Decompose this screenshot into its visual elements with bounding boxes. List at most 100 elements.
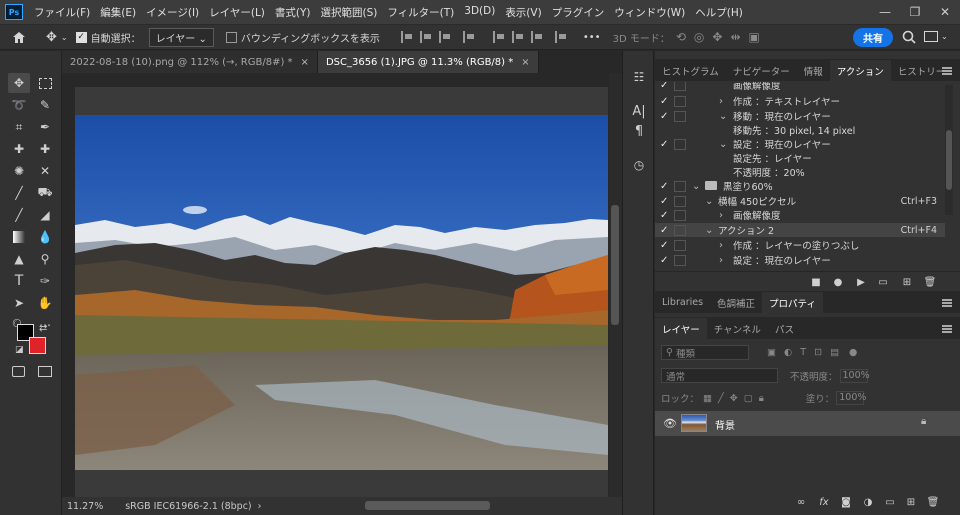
close-button[interactable]: ✕ <box>930 0 960 24</box>
chevron-down-icon[interactable]: ⌄ <box>941 32 948 41</box>
action-set-row[interactable]: ✓ ⌄ 黒塗り60% <box>655 179 945 193</box>
blur-tool[interactable]: 💧 <box>34 227 56 247</box>
minimize-button[interactable]: — <box>870 0 900 24</box>
chevron-right-icon[interactable]: › <box>719 240 723 251</box>
auto-select-checkbox[interactable]: ✓ 自動選択： <box>75 30 141 45</box>
hand-tool[interactable]: ✋ <box>34 293 56 313</box>
align-right-icon[interactable] <box>438 31 451 43</box>
content-aware-move-tool[interactable]: ✕ <box>34 161 56 181</box>
action-row[interactable]: ✓ › 画像解像度 <box>655 208 945 222</box>
default-colors-icon[interactable]: ◪ <box>15 345 24 355</box>
chevron-down-icon[interactable]: ⌄ <box>692 181 700 192</box>
filter-toggle-icon[interactable]: ● <box>849 347 857 358</box>
menu-image[interactable]: イメージ(I) <box>141 5 204 20</box>
trash-icon[interactable]: 🗑︎ <box>927 496 940 508</box>
filter-pixel-icon[interactable]: ▣ <box>767 347 776 358</box>
type-tool[interactable]: T <box>8 271 30 291</box>
dialog-toggle[interactable] <box>674 82 686 91</box>
new-layer-icon[interactable]: ⊞ <box>905 496 917 508</box>
action-row[interactable]: ✓ › 作成 ：テキストレイヤー <box>655 94 945 108</box>
share-button[interactable]: 共有 <box>853 28 893 47</box>
chevron-down-icon[interactable]: ⌄ <box>719 111 727 122</box>
menu-filter[interactable]: フィルター(T) <box>382 5 459 20</box>
dialog-toggle[interactable] <box>674 195 686 207</box>
menu-layer[interactable]: レイヤー(L) <box>204 5 270 20</box>
dialog-toggle[interactable] <box>674 180 686 192</box>
check-icon[interactable]: ✓ <box>660 196 668 207</box>
dialog-toggle[interactable] <box>674 95 686 107</box>
distribute-icon[interactable] <box>462 31 475 43</box>
quick-mask-icon[interactable] <box>12 366 25 377</box>
stamp-tool[interactable]: ⛟ <box>34 183 56 203</box>
orbit-3d-icon[interactable]: ⟲ <box>676 30 686 44</box>
chevron-down-icon[interactable]: ⌄ <box>719 139 727 150</box>
action-row-selected[interactable]: ✓ ⌄ アクション 2 Ctrl+F4 <box>655 223 945 237</box>
tab-channels[interactable]: チャンネル <box>707 318 768 339</box>
move-tool[interactable]: ✥ <box>8 73 30 93</box>
search-icon[interactable] <box>902 30 916 47</box>
visibility-eye-icon[interactable]: 👁︎ <box>663 417 677 430</box>
more-options-button[interactable]: ••• <box>583 32 601 43</box>
chevron-right-icon[interactable]: › <box>719 255 723 266</box>
filter-type-icon[interactable]: T <box>800 347 806 358</box>
scale-3d-icon[interactable]: ▣ <box>749 30 760 44</box>
history-icon[interactable]: ◷ <box>629 155 649 175</box>
chevron-down-icon[interactable]: ⌄ <box>705 196 713 207</box>
lock-position-icon[interactable]: ✥ <box>730 393 738 404</box>
home-button[interactable] <box>12 31 26 44</box>
brush-tool[interactable]: ╱ <box>8 183 30 203</box>
chevron-down-icon[interactable]: ⌄ <box>705 225 713 236</box>
eraser-tool[interactable]: ◢ <box>34 205 56 225</box>
panel-menu-icon[interactable] <box>942 299 952 307</box>
eyedropper-tool[interactable]: ✒ <box>34 117 56 137</box>
tab-histogram[interactable]: ヒストグラム <box>655 60 726 81</box>
quick-select-tool[interactable]: ✎ <box>34 95 56 115</box>
align-bottom-icon[interactable] <box>530 31 543 43</box>
remove-tool[interactable]: ✺ <box>8 161 30 181</box>
tab-properties[interactable]: プロパティ <box>762 292 823 313</box>
menu-select[interactable]: 選択範囲(S) <box>316 5 383 20</box>
move-tool-preset[interactable]: ✥ ⌄ <box>46 30 68 45</box>
tab-layers[interactable]: レイヤー <box>655 318 707 339</box>
tab-libraries[interactable]: Libraries <box>655 292 710 313</box>
stop-icon[interactable]: ■ <box>810 276 822 288</box>
bounding-box-checkbox[interactable]: バウンディングボックスを表示 <box>225 30 380 45</box>
menu-view[interactable]: 表示(V) <box>500 5 546 20</box>
crop-tool[interactable]: ⌗ <box>8 117 30 137</box>
align-left-icon[interactable] <box>400 31 413 43</box>
menu-file[interactable]: ファイル(F) <box>29 5 95 20</box>
restore-button[interactable]: ❐ <box>900 0 930 24</box>
background-color-swatch[interactable] <box>29 337 46 354</box>
dialog-toggle[interactable] <box>674 138 686 150</box>
filter-adjustment-icon[interactable]: ◐ <box>784 347 792 358</box>
check-icon[interactable]: ✓ <box>660 111 668 122</box>
fill-input[interactable]: 100% <box>836 391 866 405</box>
lock-artboard-icon[interactable]: ▢ <box>744 393 753 404</box>
menu-edit[interactable]: 編集(E) <box>95 5 141 20</box>
tab-document-1[interactable]: 2022-08-18 (10).png @ 112% (→, RGB/8#) *… <box>62 51 318 73</box>
patch-tool[interactable]: ✚ <box>34 139 56 159</box>
dialog-toggle[interactable] <box>674 209 686 221</box>
menu-3d[interactable]: 3D(D) <box>459 5 500 20</box>
zoom-level[interactable]: 11.27% <box>67 501 103 512</box>
check-icon[interactable]: ✓ <box>660 255 668 266</box>
history-brush-tool[interactable]: ╱ <box>8 205 30 225</box>
align-center-icon[interactable] <box>419 31 432 43</box>
tab-document-2[interactable]: DSC_3656 (1).JPG @ 11.3% (RGB/8) * × <box>317 51 539 73</box>
new-action-icon[interactable]: ⊞ <box>901 276 913 288</box>
action-row[interactable]: ✓ 画像解像度 <box>655 82 945 92</box>
check-icon[interactable]: ✓ <box>660 139 668 150</box>
roll-3d-icon[interactable]: ◎ <box>694 30 704 44</box>
check-icon[interactable]: ✓ <box>660 240 668 251</box>
trash-icon[interactable]: 🗑︎ <box>924 276 937 288</box>
check-icon[interactable]: ✓ <box>660 82 668 91</box>
paragraph-panel-icon[interactable]: ¶ <box>629 121 649 141</box>
menu-type[interactable]: 書式(Y) <box>270 5 316 20</box>
lock-transparency-icon[interactable]: ▦ <box>703 393 712 404</box>
sharpen-tool[interactable]: ▲ <box>8 249 30 269</box>
pan-3d-icon[interactable]: ✥ <box>712 30 722 44</box>
screen-mode-icon[interactable] <box>38 366 52 377</box>
chevron-right-icon[interactable]: › <box>258 501 262 512</box>
layer-row[interactable]: 👁︎ 背景 🔒︎ <box>655 411 960 436</box>
action-row[interactable]: ✓ › 作成 ：レイヤーの塗りつぶし <box>655 238 945 252</box>
